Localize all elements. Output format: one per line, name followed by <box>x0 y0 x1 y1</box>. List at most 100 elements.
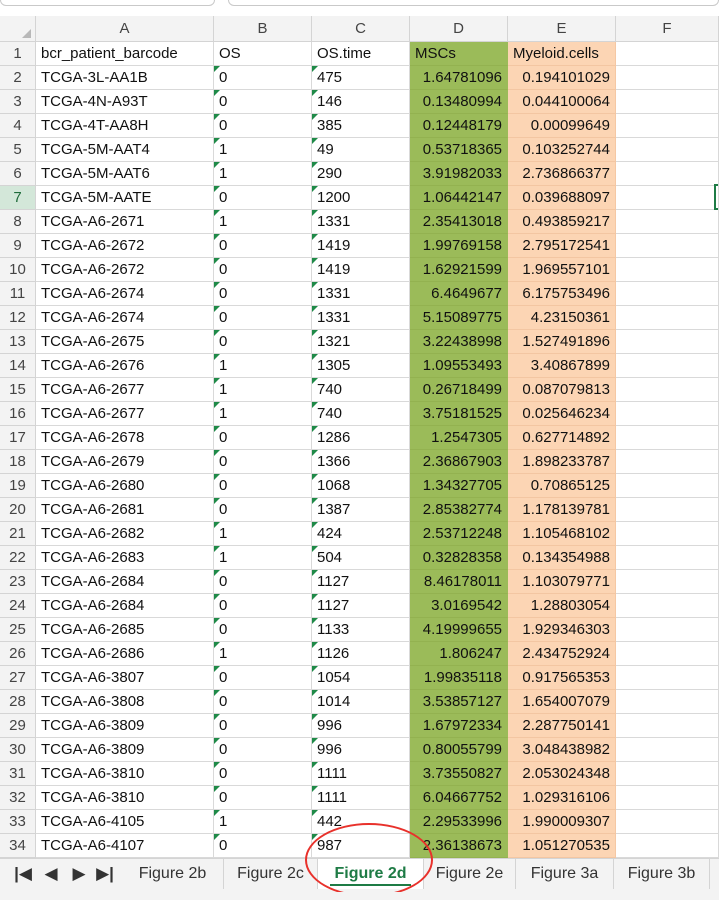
cell-f[interactable] <box>616 738 719 762</box>
cell-d[interactable]: 1.806247 <box>410 642 508 666</box>
cell-b[interactable]: 0 <box>214 426 312 450</box>
row-number[interactable]: 8 <box>0 210 36 234</box>
cell-a[interactable]: TCGA-4T-AA8H <box>36 114 214 138</box>
cell-d[interactable]: 0.26718499 <box>410 378 508 402</box>
cell-e[interactable]: 0.044100064 <box>508 90 616 114</box>
cell-d[interactable]: 1.2547305 <box>410 426 508 450</box>
cell-a[interactable]: TCGA-A6-2676 <box>36 354 214 378</box>
row-number[interactable]: 13 <box>0 330 36 354</box>
cell-d[interactable]: 1.34327705 <box>410 474 508 498</box>
cell-b[interactable]: 0 <box>214 330 312 354</box>
cell-e[interactable]: 6.175753496 <box>508 282 616 306</box>
cell-e[interactable]: 0.627714892 <box>508 426 616 450</box>
row-number[interactable]: 12 <box>0 306 36 330</box>
cell-grid[interactable]: 1 bcr_patient_barcode OS OS.time MSCs Myeloid… <box>0 42 719 858</box>
cell-d[interactable]: 3.91982033 <box>410 162 508 186</box>
cell-e[interactable]: 0.70865125 <box>508 474 616 498</box>
cell-d[interactable]: 0.80055799 <box>410 738 508 762</box>
cell-e[interactable]: 1.990009307 <box>508 810 616 834</box>
cell-c[interactable]: 1111 <box>312 762 410 786</box>
cell-e[interactable]: 2.434752924 <box>508 642 616 666</box>
cell-e[interactable]: 0.025646234 <box>508 402 616 426</box>
cell-e[interactable]: 1.929346303 <box>508 618 616 642</box>
cell-b[interactable]: 1 <box>214 522 312 546</box>
row-number[interactable]: 23 <box>0 570 36 594</box>
row-number[interactable]: 24 <box>0 594 36 618</box>
cell-f[interactable] <box>616 762 719 786</box>
cell-c[interactable]: 1068 <box>312 474 410 498</box>
select-all-corner[interactable] <box>0 16 36 42</box>
sheet-tab-figure-3a[interactable]: Figure 3a <box>516 859 614 889</box>
cell-a[interactable]: TCGA-A6-3809 <box>36 714 214 738</box>
cell-f[interactable] <box>616 570 719 594</box>
row-number[interactable]: 18 <box>0 450 36 474</box>
cell-e[interactable]: Myeloid.cells <box>508 42 616 66</box>
cell-f[interactable] <box>616 402 719 426</box>
cell-e[interactable]: 2.287750141 <box>508 714 616 738</box>
cell-d[interactable]: 1.67972334 <box>410 714 508 738</box>
cell-a[interactable]: TCGA-A6-2683 <box>36 546 214 570</box>
column-header-f[interactable]: F <box>616 16 719 42</box>
cell-a[interactable]: TCGA-A6-2672 <box>36 258 214 282</box>
cell-d[interactable]: 0.12448179 <box>410 114 508 138</box>
cell-f[interactable] <box>616 426 719 450</box>
cell-f[interactable] <box>616 474 719 498</box>
cell-a[interactable]: TCGA-3L-AA1B <box>36 66 214 90</box>
cell-c[interactable]: 1331 <box>312 282 410 306</box>
cell-a[interactable]: TCGA-5M-AATE <box>36 186 214 210</box>
cell-b[interactable]: 1 <box>214 210 312 234</box>
sheet-tab-figure-2d[interactable]: Figure 2d <box>318 859 424 889</box>
cell-d[interactable]: 2.36867903 <box>410 450 508 474</box>
cell-b[interactable]: 0 <box>214 258 312 282</box>
row-number[interactable]: 7 <box>0 186 36 210</box>
formula-bar[interactable] <box>228 0 719 6</box>
cell-c[interactable]: 1305 <box>312 354 410 378</box>
row-number[interactable]: 5 <box>0 138 36 162</box>
row-number[interactable]: 9 <box>0 234 36 258</box>
cell-b[interactable]: 0 <box>214 786 312 810</box>
cell-a[interactable]: bcr_patient_barcode <box>36 42 214 66</box>
cell-c[interactable]: 996 <box>312 714 410 738</box>
cell-a[interactable]: TCGA-A6-2671 <box>36 210 214 234</box>
cell-e[interactable]: 1.178139781 <box>508 498 616 522</box>
cell-c[interactable]: 1200 <box>312 186 410 210</box>
cell-a[interactable]: TCGA-A6-2677 <box>36 378 214 402</box>
row-number[interactable]: 3 <box>0 90 36 114</box>
cell-e[interactable]: 4.23150361 <box>508 306 616 330</box>
cell-a[interactable]: TCGA-4N-A93T <box>36 90 214 114</box>
cell-b[interactable]: 0 <box>214 690 312 714</box>
cell-f[interactable] <box>616 90 719 114</box>
cell-f[interactable] <box>616 834 719 858</box>
cell-e[interactable]: 0.00099649 <box>508 114 616 138</box>
cell-f[interactable] <box>616 642 719 666</box>
cell-d[interactable]: 2.29533996 <box>410 810 508 834</box>
cell-c[interactable]: 1331 <box>312 210 410 234</box>
cell-b[interactable]: 0 <box>214 762 312 786</box>
cell-f[interactable] <box>616 498 719 522</box>
cell-f[interactable] <box>616 234 719 258</box>
cell-d[interactable]: 3.75181525 <box>410 402 508 426</box>
cell-a[interactable]: TCGA-5M-AAT4 <box>36 138 214 162</box>
row-number[interactable]: 16 <box>0 402 36 426</box>
cell-d[interactable]: 1.09553493 <box>410 354 508 378</box>
next-sheet-icon[interactable]: ▶ <box>66 859 92 889</box>
cell-b[interactable]: 0 <box>214 450 312 474</box>
cell-b[interactable]: 0 <box>214 594 312 618</box>
cell-e[interactable]: 0.917565353 <box>508 666 616 690</box>
row-number[interactable]: 34 <box>0 834 36 858</box>
cell-d[interactable]: 1.99769158 <box>410 234 508 258</box>
cell-c[interactable]: 504 <box>312 546 410 570</box>
cell-d[interactable]: 3.22438998 <box>410 330 508 354</box>
cell-b[interactable]: 1 <box>214 138 312 162</box>
cell-b[interactable]: 0 <box>214 234 312 258</box>
cell-f[interactable] <box>616 66 719 90</box>
cell-b[interactable]: 0 <box>214 90 312 114</box>
row-number[interactable]: 10 <box>0 258 36 282</box>
cell-b[interactable]: 1 <box>214 402 312 426</box>
cell-f[interactable] <box>616 378 719 402</box>
row-number[interactable]: 6 <box>0 162 36 186</box>
cell-b[interactable]: 0 <box>214 834 312 858</box>
cell-b[interactable]: 1 <box>214 546 312 570</box>
sheet-tab-figure-2c[interactable]: Figure 2c <box>224 859 318 889</box>
cell-c[interactable]: 424 <box>312 522 410 546</box>
